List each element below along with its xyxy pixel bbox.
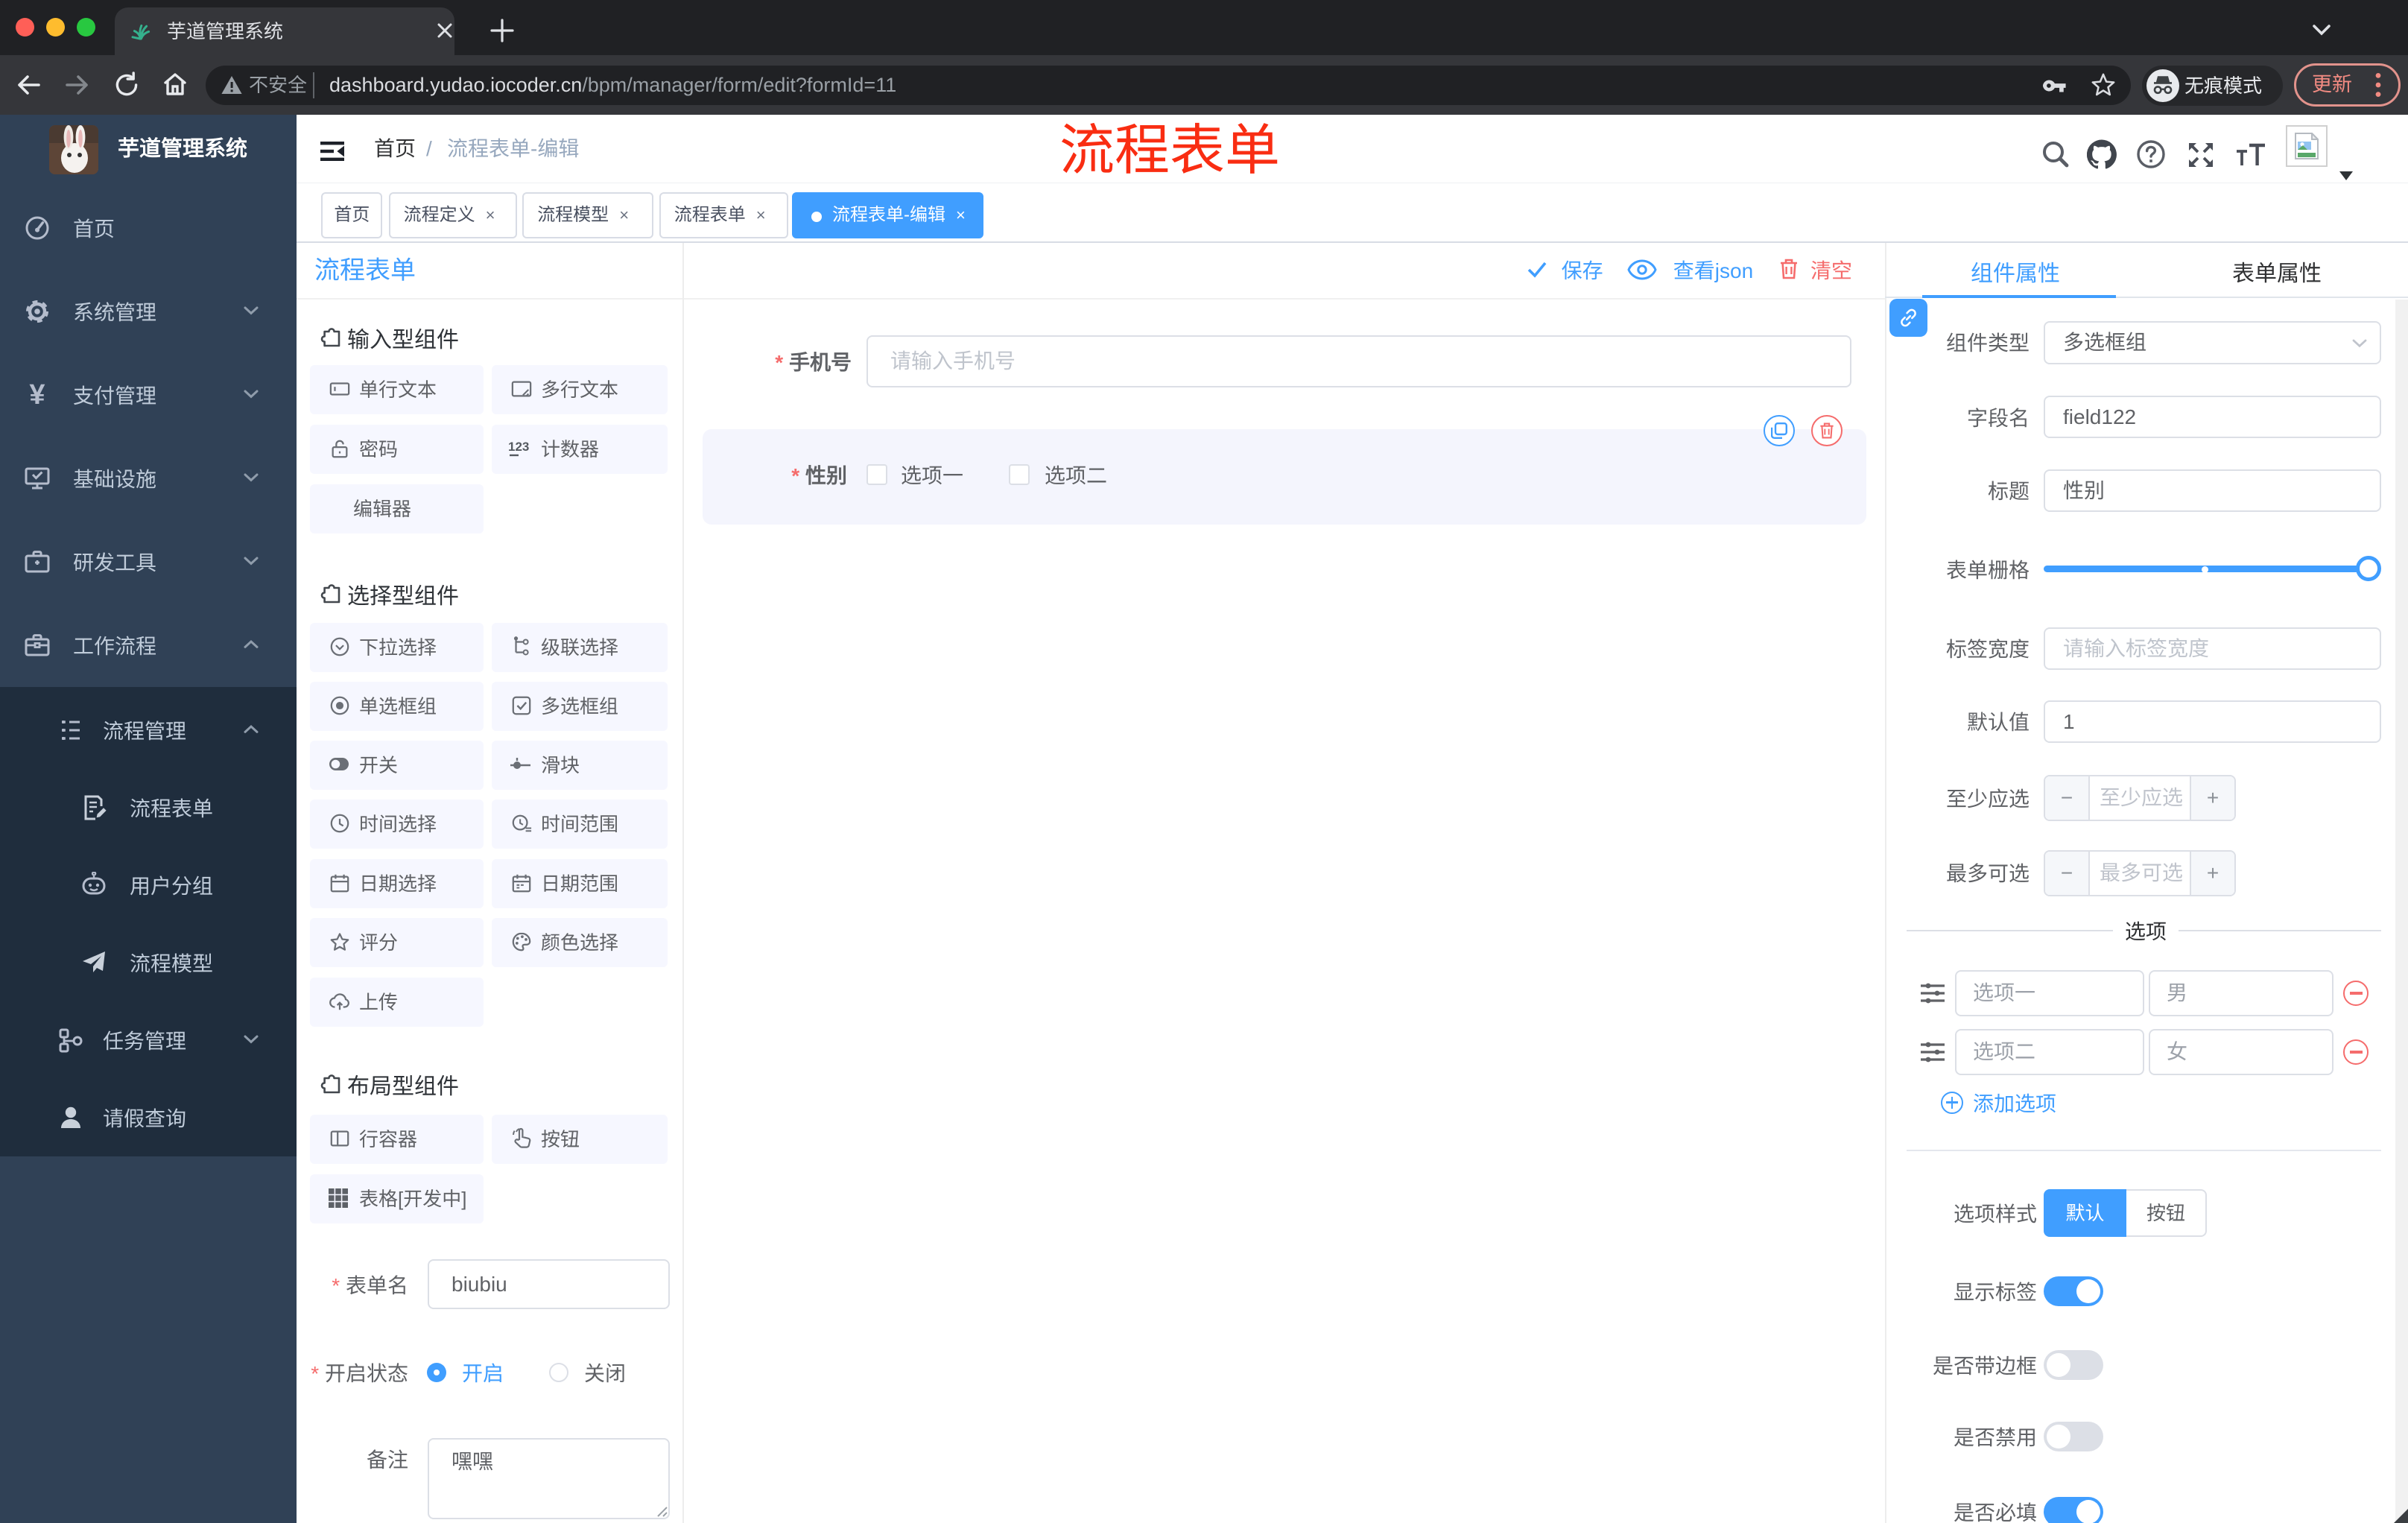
svg-text:123: 123 (508, 440, 529, 454)
